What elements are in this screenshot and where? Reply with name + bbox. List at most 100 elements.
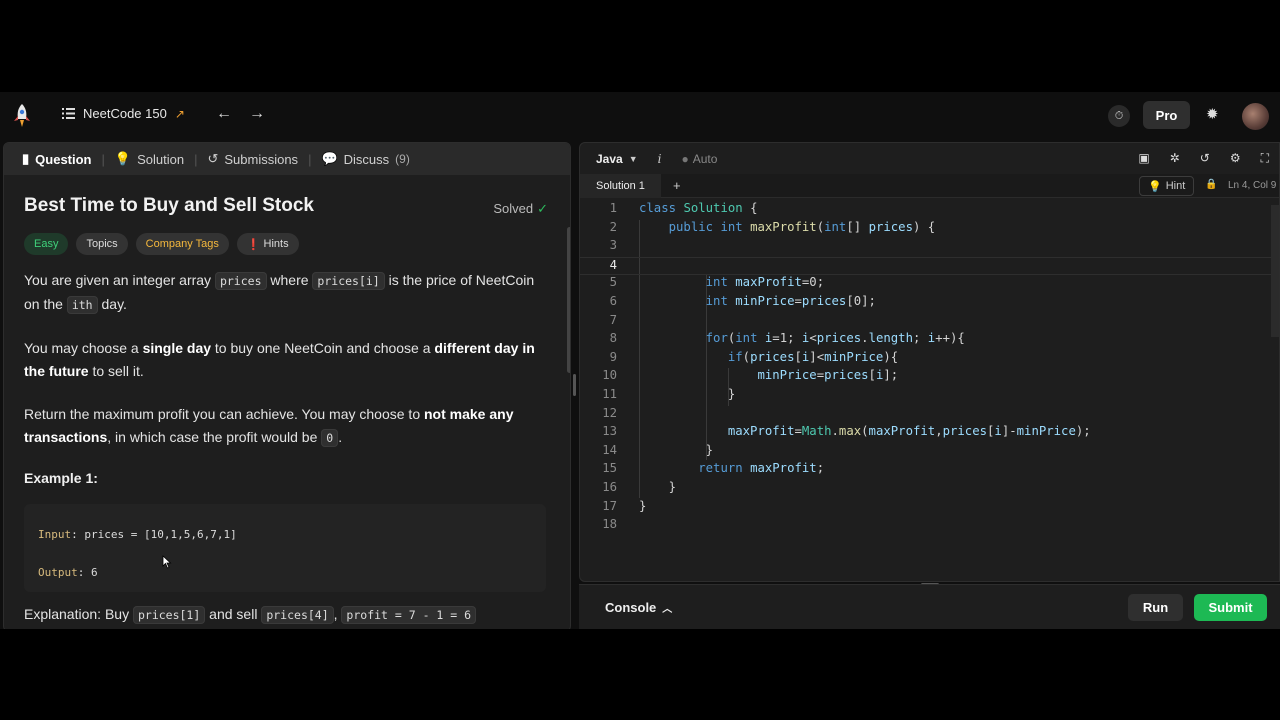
auto-mode-toggle[interactable]: ● Auto (681, 152, 717, 166)
editor-scrollbar[interactable] (1271, 205, 1279, 337)
chat-icon: 💬 (321, 151, 338, 166)
text: Explanation: Buy (24, 606, 133, 622)
pro-button[interactable]: Pro (1143, 101, 1190, 129)
hints-tag[interactable]: ❗ Hints (236, 233, 299, 255)
line-number: 2 (609, 219, 617, 234)
user-avatar[interactable] (1242, 103, 1269, 130)
topics-tag[interactable]: Topics (76, 233, 128, 255)
tab-solution-1[interactable]: Solution 1 (580, 173, 661, 198)
company-tags-tag[interactable]: Company Tags (135, 233, 229, 255)
external-link-icon: ↗ (174, 106, 185, 121)
app-frame: NeetCode 150 ↗ ← → ⏱ Pro ✹ ▮ Question | … (0, 92, 1280, 629)
code-line: 18 (580, 517, 1279, 536)
code-text: } (639, 387, 736, 401)
line-number: 7 (609, 312, 617, 327)
hint-info-icon: ❗ (246, 238, 261, 251)
problem-title: Best Time to Buy and Sell Stock (24, 195, 315, 216)
editor-toolbar: Java ▼ i ● Auto ▣ ✲ ↺ ⚙ ⛶ (580, 143, 1279, 174)
code-line: 7 (580, 312, 1279, 332)
code-editor[interactable]: 1 class Solution { 2 public int maxProfit… (580, 201, 1279, 581)
code-line: 1 class Solution { (580, 201, 1279, 220)
console-label: Console (605, 600, 657, 615)
code-line: 14 } (580, 442, 1279, 462)
problem-tags: Easy Topics Company Tags ❗ Hints (24, 233, 546, 255)
console-bar: Console ︿ Run Submit (579, 584, 1280, 629)
text: , in which case the profit would be (107, 429, 322, 445)
editor-settings-icon[interactable]: ⚙ (1230, 151, 1241, 166)
rocket-logo-icon[interactable] (12, 103, 32, 129)
panel-resize-handle[interactable] (573, 374, 576, 396)
code-line: 13 maxProfit=Math.max(maxProfit,prices[i… (580, 424, 1279, 443)
line-number: 15 (602, 461, 617, 476)
mouse-cursor-icon (162, 555, 172, 569)
prev-problem-arrow-icon[interactable]: ← (216, 105, 232, 123)
code-text: } (639, 442, 714, 457)
tab-solution[interactable]: 💡 Solution (105, 143, 194, 175)
inline-code: prices[4] (261, 606, 334, 624)
next-problem-arrow-icon[interactable]: → (249, 105, 265, 123)
fullscreen-icon[interactable]: ⛶ (1261, 151, 1269, 166)
notes-icon[interactable]: ▣ (1138, 151, 1149, 166)
info-icon[interactable]: i (658, 152, 662, 166)
code-text: if(prices[i]<minPrice){ (727, 349, 899, 364)
line-number: 9 (609, 349, 617, 364)
inline-code: prices (214, 272, 267, 290)
problem-list-name: NeetCode 150 (83, 106, 167, 121)
discuss-count: (9) (395, 152, 410, 166)
question-icon: ▮ (22, 151, 30, 166)
problem-paragraph-3: Return the maximum profit you can achiev… (24, 403, 546, 450)
add-tab-plus-icon[interactable]: + (673, 178, 681, 193)
code-text: maxProfit=Math.max(maxProfit,prices[i]-m… (727, 424, 1091, 439)
hints-label: Hints (263, 238, 289, 250)
code-line: 16 } (580, 480, 1279, 499)
auto-label: Auto (692, 151, 718, 166)
timer-icon[interactable]: ⏱ (1108, 105, 1130, 127)
text: You may choose a (24, 340, 143, 356)
problem-tabs: ▮ Question | 💡 Solution | ↺ Submissions … (4, 143, 570, 175)
lightbulb-icon: 💡 (1148, 180, 1162, 193)
input-value: : prices = [10,1,5,6,7,1] (71, 528, 237, 541)
chevron-down-icon: ▼ (628, 153, 638, 164)
console-toggle[interactable]: Console ︿ (605, 600, 672, 615)
line-number: 11 (602, 387, 617, 401)
inline-code: prices[1] (132, 606, 206, 624)
tab-question-label: Question (35, 151, 92, 167)
tab-discuss-label: Discuss (343, 151, 390, 167)
code-line: 12 (580, 405, 1279, 425)
text: . (338, 429, 343, 445)
line-number: 12 (602, 405, 617, 420)
line-number: 17 (602, 498, 617, 513)
code-line: 6 int minPrice=prices[0]; (580, 294, 1279, 313)
lightbulb-icon: 💡 (114, 151, 132, 166)
editor-panel: Java ▼ i ● Auto ▣ ✲ ↺ ⚙ ⛶ Solution 1 + 💡 H… (579, 142, 1280, 582)
hint-button[interactable]: 💡 Hint (1139, 176, 1195, 196)
bold-text: single day (142, 340, 212, 356)
tab-question[interactable]: ▮ Question (12, 143, 102, 175)
problem-scrollbar[interactable] (567, 227, 570, 373)
checkmark-icon: ✓ (537, 201, 548, 216)
code-line: 3 (580, 238, 1279, 257)
submit-button[interactable]: Submit (1194, 594, 1267, 621)
line-number: 4 (609, 257, 617, 272)
run-button[interactable]: Run (1128, 594, 1183, 621)
difficulty-badge[interactable]: Easy (24, 233, 69, 255)
tab-submissions[interactable]: ↺ Submissions (197, 143, 308, 175)
code-text: class Solution { (639, 201, 758, 215)
settings-gear-icon[interactable]: ✹ (1206, 105, 1219, 123)
input-key: Input (38, 528, 72, 541)
line-number: 16 (602, 480, 617, 494)
code-text: minPrice=prices[i]; (757, 368, 899, 383)
line-number: 5 (609, 275, 617, 290)
code-text: return maxProfit; (698, 461, 825, 476)
debug-bug-icon[interactable]: ✲ (1170, 151, 1180, 166)
language-select[interactable]: Java ▼ (596, 152, 638, 166)
problem-paragraph-1: You are given an integer array prices wh… (24, 269, 546, 317)
editor-actions: ▣ ✲ ↺ ⚙ ⛶ (1138, 151, 1269, 166)
hint-label: Hint (1165, 180, 1186, 192)
tab-discuss[interactable]: 💬 Discuss (9) (311, 143, 419, 175)
code-line: 8 for(int i=1; i<prices.length; i++){ (580, 331, 1279, 350)
inline-code: profit = 7 - 1 = 6 (341, 606, 477, 624)
reset-icon[interactable]: ↺ (1200, 151, 1210, 166)
example-explanation: Explanation: Buy prices[1] and sell pric… (24, 606, 546, 624)
problem-list-link[interactable]: NeetCode 150 ↗ (62, 106, 185, 121)
